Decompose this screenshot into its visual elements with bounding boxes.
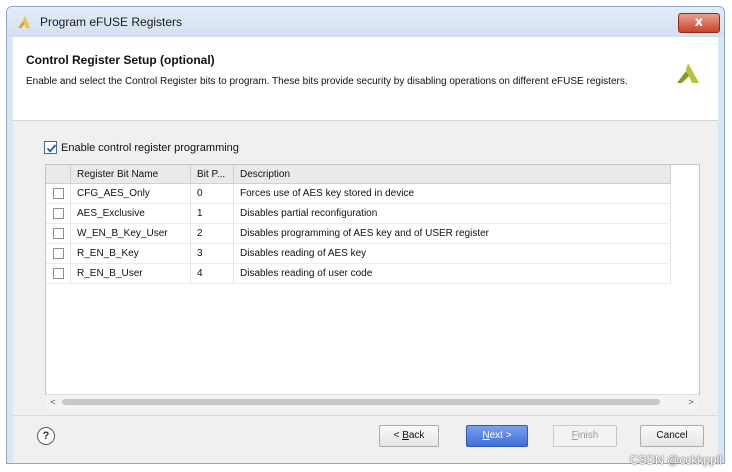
footer-divider — [13, 415, 718, 416]
finish-button[interactable]: Finish — [553, 425, 617, 447]
table-row[interactable]: R_EN_B_Key 3 Disables reading of AES key — [46, 243, 671, 264]
column-header-register-bit-name[interactable]: Register Bit Name — [70, 165, 191, 184]
description-cell: Disables partial reconfiguration — [233, 203, 671, 224]
row-select-cell[interactable] — [46, 243, 71, 264]
register-bit-name-cell: CFG_AES_Only — [70, 183, 191, 204]
next-button[interactable]: Next > — [466, 425, 528, 447]
row-checkbox[interactable] — [52, 247, 64, 259]
description-cell: Disables reading of user code — [233, 263, 671, 284]
finish-label-rest: inish — [577, 430, 599, 441]
next-label-rest: ext > — [489, 430, 512, 441]
close-button[interactable]: x — [678, 13, 720, 33]
bit-position-cell: 3 — [190, 243, 234, 264]
xilinx-logo-icon — [677, 63, 699, 83]
description-cell: Disables reading of AES key — [233, 243, 671, 264]
table-row[interactable]: W_EN_B_Key_User 2 Disables programming o… — [46, 223, 671, 244]
back-mnemonic: B — [402, 430, 409, 441]
enable-control-register-row[interactable]: Enable control register programming — [44, 141, 239, 155]
table-header-row: Register Bit Name Bit P... Description — [46, 165, 671, 184]
scrollbar-thumb[interactable] — [62, 399, 660, 405]
description-cell: Forces use of AES key stored in device — [233, 183, 671, 204]
back-prefix: < — [393, 430, 403, 441]
column-header-bit-position[interactable]: Bit P... — [190, 165, 234, 184]
dialog-window: Program eFUSE Registers x Control Regist… — [6, 6, 725, 464]
description-cell: Disables programming of AES key and of U… — [233, 223, 671, 244]
scroll-right-arrow-icon[interactable]: > — [684, 395, 698, 409]
next-mnemonic: N — [482, 430, 490, 441]
row-select-cell[interactable] — [46, 223, 71, 244]
row-checkbox[interactable] — [52, 227, 64, 239]
register-bit-name-cell: W_EN_B_Key_User — [70, 223, 191, 244]
bit-position-cell: 1 — [190, 203, 234, 224]
register-bit-name-cell: R_EN_B_Key — [70, 243, 191, 264]
watermark: CSDN @cckkppll — [629, 453, 722, 467]
xilinx-app-icon — [18, 16, 30, 28]
row-checkbox[interactable] — [52, 207, 64, 219]
page-description: Enable and select the Control Register b… — [26, 76, 628, 87]
help-button[interactable]: ? — [37, 427, 55, 445]
bit-position-cell: 0 — [190, 183, 234, 204]
table-row[interactable]: R_EN_B_User 4 Disables reading of user c… — [46, 263, 671, 284]
row-checkbox[interactable] — [52, 187, 64, 199]
column-header-description[interactable]: Description — [233, 165, 671, 184]
title-bar[interactable]: Program eFUSE Registers x — [7, 7, 724, 37]
window-title: Program eFUSE Registers — [40, 15, 183, 29]
table-row[interactable]: AES_Exclusive 1 Disables partial reconfi… — [46, 203, 671, 224]
enable-control-register-label: Enable control register programming — [61, 141, 239, 154]
register-bit-name-cell: AES_Exclusive — [70, 203, 191, 224]
dialog-client: Control Register Setup (optional) Enable… — [13, 37, 718, 463]
register-bits-table: Register Bit Name Bit P... Description C… — [45, 164, 700, 395]
scroll-left-arrow-icon[interactable]: < — [46, 395, 60, 409]
row-checkbox[interactable] — [52, 267, 64, 279]
back-label-rest: ack — [408, 430, 425, 441]
horizontal-scrollbar[interactable]: < > — [46, 394, 698, 409]
cancel-button[interactable]: Cancel — [640, 425, 704, 447]
back-button[interactable]: < Back — [379, 425, 439, 447]
wizard-header: Control Register Setup (optional) Enable… — [13, 37, 718, 121]
row-select-cell[interactable] — [46, 203, 71, 224]
register-bit-name-cell: R_EN_B_User — [70, 263, 191, 284]
column-header-select[interactable] — [46, 165, 71, 184]
bit-position-cell: 4 — [190, 263, 234, 284]
page-title: Control Register Setup (optional) — [26, 53, 215, 67]
row-select-cell[interactable] — [46, 263, 71, 284]
bit-position-cell: 2 — [190, 223, 234, 244]
enable-control-register-checkbox[interactable] — [44, 141, 57, 154]
table-row[interactable]: CFG_AES_Only 0 Forces use of AES key sto… — [46, 183, 671, 204]
row-select-cell[interactable] — [46, 183, 71, 204]
